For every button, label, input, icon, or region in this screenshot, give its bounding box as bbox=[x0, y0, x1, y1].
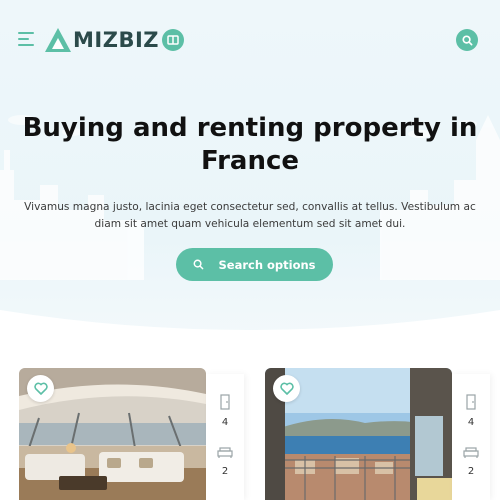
search-icon bbox=[194, 259, 204, 270]
doors-spec: 4 bbox=[206, 394, 244, 428]
beds-count: 2 bbox=[467, 466, 475, 477]
search-icon bbox=[461, 34, 472, 45]
heart-icon bbox=[33, 382, 48, 395]
search-options-button[interactable]: Search options bbox=[176, 248, 333, 281]
door-icon bbox=[466, 394, 476, 410]
door-icon bbox=[220, 394, 230, 410]
favorite-button[interactable] bbox=[273, 375, 300, 402]
hero-description: Vivamus magna justo, lacinia eget consec… bbox=[24, 201, 476, 230]
property-card[interactable]: 4 2 bbox=[265, 368, 490, 500]
search-button[interactable] bbox=[456, 29, 478, 51]
property-photo-sea-view[interactable] bbox=[265, 368, 452, 500]
beds-spec: 2 bbox=[452, 446, 490, 477]
property-specs: 4 2 bbox=[452, 374, 490, 500]
bed-icon bbox=[217, 447, 233, 458]
search-options-label: Search options bbox=[218, 257, 316, 272]
doors-count: 4 bbox=[467, 417, 475, 428]
page-title: Buying and renting property in France bbox=[22, 113, 478, 176]
book-icon bbox=[167, 35, 179, 45]
property-specs: 4 2 bbox=[206, 374, 244, 500]
book-button[interactable] bbox=[162, 29, 184, 51]
favorite-button[interactable] bbox=[27, 375, 54, 402]
doors-spec: 4 bbox=[452, 394, 490, 428]
logo-triangle-icon bbox=[45, 28, 71, 52]
property-photo-yacht-interior[interactable] bbox=[19, 368, 206, 500]
doors-count: 4 bbox=[221, 417, 229, 428]
beds-count: 2 bbox=[221, 466, 229, 477]
hamburger-menu-icon[interactable] bbox=[18, 32, 36, 48]
property-card[interactable]: 4 2 bbox=[19, 368, 244, 500]
bed-icon bbox=[463, 447, 479, 458]
top-header: MIZBIZ bbox=[0, 0, 500, 80]
brand-logo[interactable]: MIZBIZ bbox=[44, 24, 159, 56]
beds-spec: 2 bbox=[206, 446, 244, 477]
heart-icon bbox=[279, 382, 294, 395]
brand-name: MIZBIZ bbox=[73, 28, 159, 52]
